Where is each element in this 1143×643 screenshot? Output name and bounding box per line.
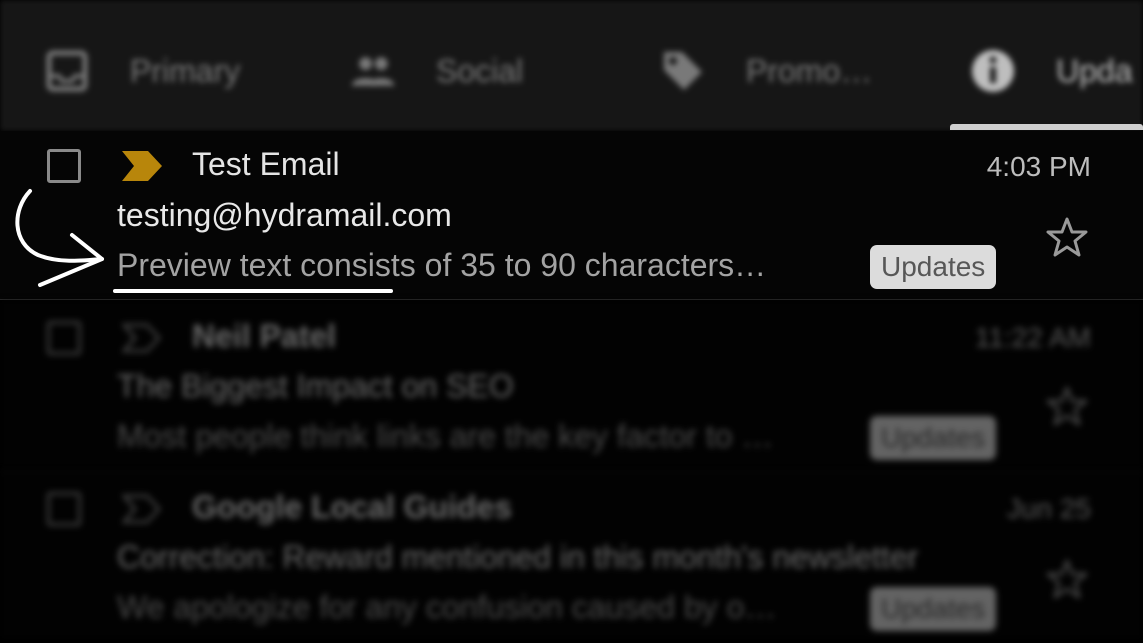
importance-marker-icon[interactable] <box>122 494 162 524</box>
star-icon[interactable] <box>1045 384 1089 428</box>
email-subject: The Biggest Impact on SEO <box>117 368 514 404</box>
select-checkbox[interactable] <box>47 321 81 355</box>
email-row[interactable]: Test Email 4:03 PM testing@hydramail.com… <box>0 131 1143 300</box>
annotation-underline <box>113 289 393 293</box>
email-sender: Google Local Guides <box>192 489 513 525</box>
email-preview: Most people think links are the key fact… <box>117 418 774 454</box>
people-icon <box>350 48 396 94</box>
email-preview: Preview text consists of 35 to 90 charac… <box>117 247 767 283</box>
tab-social[interactable]: Social <box>350 46 523 96</box>
email-time: Jun 25 <box>1006 493 1091 524</box>
star-icon[interactable] <box>1045 557 1089 601</box>
tag-icon <box>660 48 706 94</box>
label-chip[interactable]: Updates <box>870 245 997 289</box>
star-icon[interactable] <box>1045 215 1089 259</box>
label-chip[interactable]: Updates <box>870 416 997 460</box>
importance-marker-icon[interactable] <box>122 151 162 181</box>
email-sender: Neil Patel <box>192 318 337 354</box>
tab-social-label: Social <box>436 52 524 89</box>
email-subject: Correction: Reward mentioned in this mon… <box>117 539 919 575</box>
email-time: 4:03 PM <box>986 151 1091 182</box>
email-row[interactable]: Google Local Guides Jun 25 Correction: R… <box>0 470 1143 639</box>
tab-promotions-label: Promo… <box>746 52 873 89</box>
info-icon <box>970 48 1016 94</box>
selected-tab-indicator <box>950 124 1143 130</box>
inbox-icon <box>44 48 90 94</box>
select-checkbox[interactable] <box>47 149 81 183</box>
category-tab-bar: Primary Social Promo… Upda <box>0 0 1143 131</box>
email-time: 11:22 AM <box>974 322 1091 353</box>
label-chip[interactable]: Updates <box>870 587 997 631</box>
tab-updates-label: Upda <box>1056 52 1133 89</box>
email-sender: Test Email <box>192 146 340 182</box>
tab-promotions[interactable]: Promo… <box>660 46 872 96</box>
select-checkbox[interactable] <box>47 492 81 526</box>
email-subject: testing@hydramail.com <box>117 197 452 233</box>
tab-primary[interactable]: Primary <box>44 46 240 96</box>
tab-updates[interactable]: Upda <box>970 46 1133 96</box>
annotation-arrow-icon <box>15 189 104 287</box>
tab-primary-label: Primary <box>130 52 241 89</box>
importance-marker-icon[interactable] <box>122 323 162 353</box>
email-preview: We apologize for any confusion caused by… <box>117 589 777 625</box>
email-row[interactable]: Neil Patel 11:22 AM The Biggest Impact o… <box>0 300 1143 468</box>
